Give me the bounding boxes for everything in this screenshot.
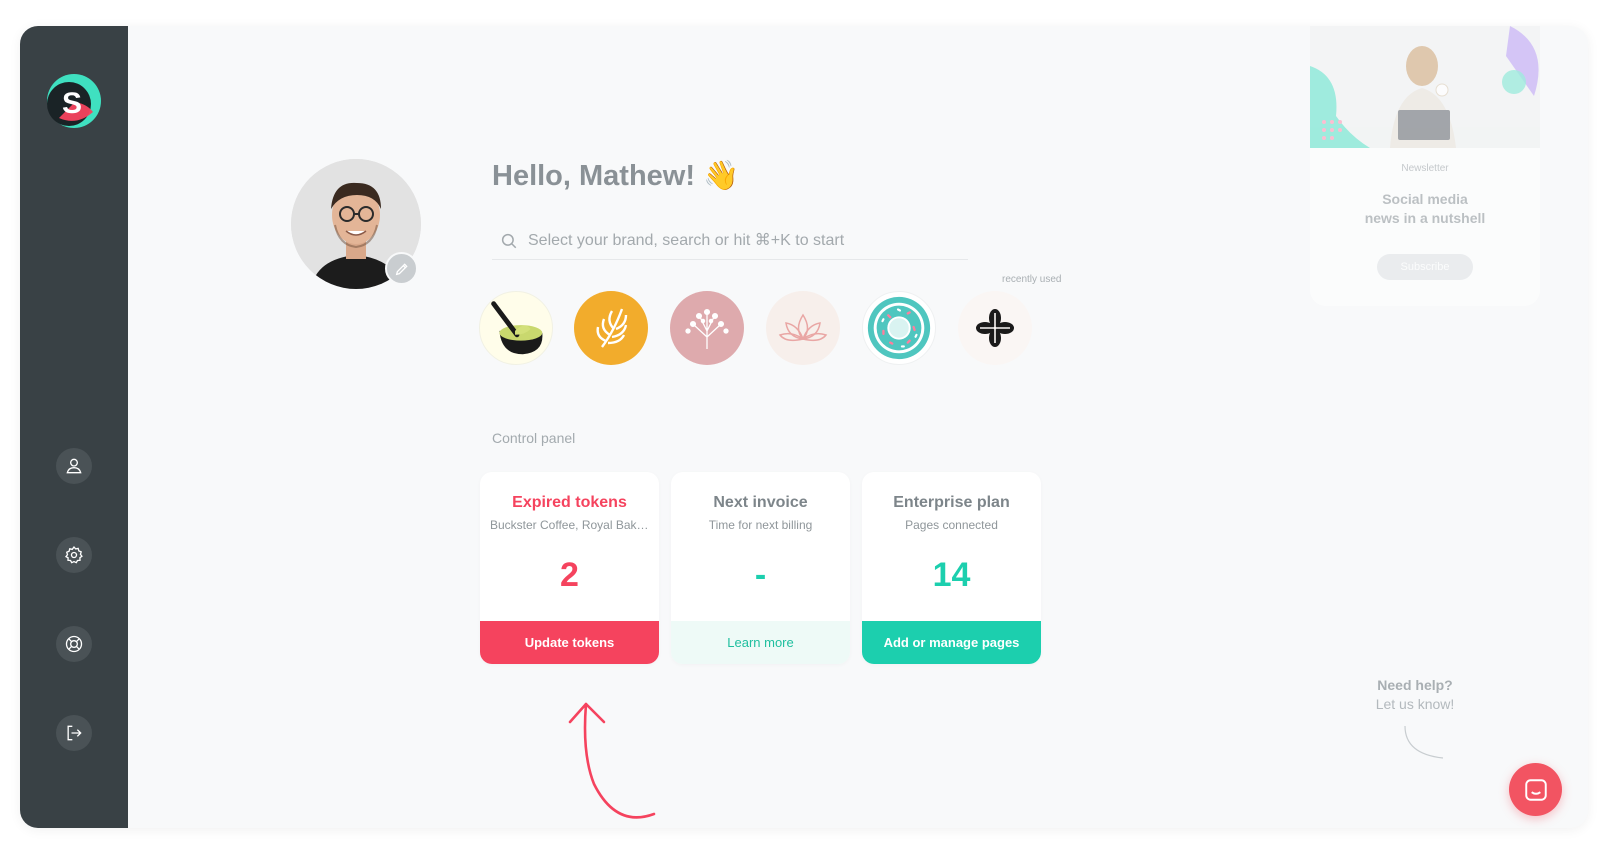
pencil-icon <box>395 262 408 275</box>
profile-avatar <box>291 159 421 289</box>
card-value: 2 <box>560 556 579 594</box>
card-value: 14 <box>932 556 971 594</box>
logout-icon <box>67 725 82 741</box>
user-icon <box>66 458 82 474</box>
arrow-annotation <box>568 702 656 819</box>
card-title: Expired tokens <box>512 494 627 511</box>
card-title: Enterprise plan <box>893 494 1010 511</box>
brand-lotus[interactable] <box>766 291 840 365</box>
brand-latte[interactable] <box>574 291 648 365</box>
sidebar: S <box>20 26 128 828</box>
chat-button[interactable] <box>1509 763 1562 816</box>
brand-search <box>492 222 968 260</box>
card-subtitle: Buckster Coffee, Royal Bakery <box>490 518 649 532</box>
brand-clover[interactable] <box>958 291 1032 365</box>
manage-pages-button[interactable]: Add or manage pages <box>862 621 1041 664</box>
card-subtitle: Time for next billing <box>708 518 813 532</box>
control-panel-label: Control panel <box>492 430 576 446</box>
card-value: - <box>754 556 767 594</box>
help-line2: Let us know! <box>1375 696 1455 712</box>
svg-text:S: S <box>62 87 82 120</box>
newsletter-card: Newsletter Social media news in a nutshe… <box>1310 26 1540 306</box>
gear-icon <box>64 546 83 564</box>
next-invoice-card: Next invoice Time for next billing - Lea… <box>671 472 850 664</box>
settings-button[interactable] <box>56 537 92 573</box>
help-prompt: Need help? Let us know! <box>1350 676 1480 769</box>
newsletter-title: Social media news in a nutshell <box>1310 190 1540 228</box>
lifebuoy-icon <box>65 635 83 653</box>
update-tokens-button[interactable]: Update tokens <box>480 621 659 664</box>
help-line1: Need help? <box>1377 677 1453 693</box>
chat-icon <box>1524 778 1547 801</box>
card-subtitle: Pages connected <box>905 518 998 532</box>
app-logo[interactable]: S <box>47 74 101 128</box>
card-title: Next invoice <box>713 494 808 511</box>
logout-button[interactable] <box>56 715 92 751</box>
floral-brand-icon <box>685 308 729 349</box>
brand-matcha[interactable] <box>479 291 553 365</box>
brand-donut[interactable] <box>862 291 936 365</box>
profile-button[interactable] <box>56 448 92 484</box>
subscribe-button[interactable]: Subscribe <box>1377 254 1473 280</box>
matcha-brand-icon <box>491 301 543 355</box>
donut-brand-icon <box>867 296 931 360</box>
learn-more-button[interactable]: Learn more <box>671 621 850 664</box>
newsletter-title-line2: news in a nutshell <box>1364 210 1486 226</box>
search-icon <box>501 233 517 248</box>
latte-art-brand-icon <box>596 308 628 348</box>
greeting-heading: Hello, Mathew! 👋 <box>492 160 740 192</box>
clover-brand-icon <box>976 309 1014 347</box>
newsletter-image <box>1310 26 1540 148</box>
edit-avatar-button[interactable] <box>385 252 418 285</box>
enterprise-plan-card: Enterprise plan Pages connected 14 Add o… <box>862 472 1041 664</box>
brand-floral[interactable] <box>670 291 744 365</box>
expired-tokens-card: Expired tokens Buckster Coffee, Royal Ba… <box>480 472 659 664</box>
lotus-brand-icon <box>778 313 828 342</box>
help-curve-decoration <box>1404 725 1444 759</box>
newsletter-tag: Newsletter <box>1401 163 1449 174</box>
search-input[interactable] <box>528 231 948 250</box>
newsletter-title-line1: Social media <box>1382 191 1468 207</box>
recently-used-label: recently used <box>1002 274 1062 285</box>
support-button[interactable] <box>56 626 92 662</box>
app-window: S Hello, Mathew! 👋 Select your brand, se… <box>20 26 1588 828</box>
